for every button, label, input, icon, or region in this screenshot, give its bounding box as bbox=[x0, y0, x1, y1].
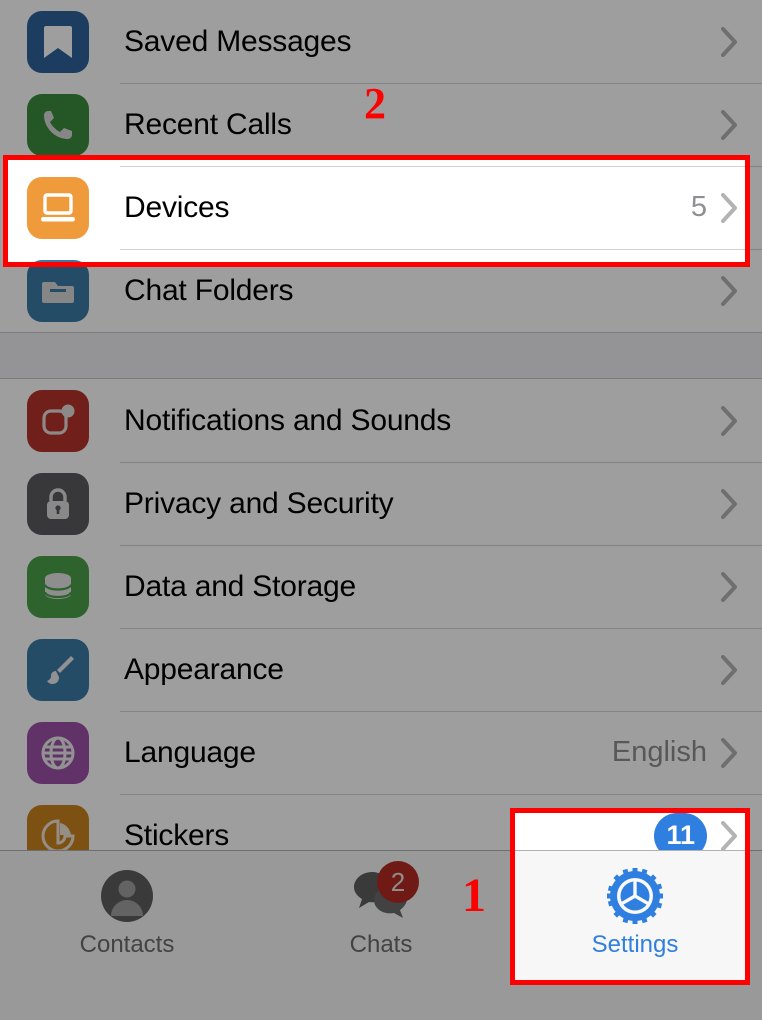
annotation-number-2: 2 bbox=[364, 79, 386, 128]
chat-bubbles-icon: 2 bbox=[349, 861, 419, 925]
laptop-icon bbox=[27, 176, 89, 239]
settings-row-label: Appearance bbox=[124, 652, 284, 686]
settings-row-label: Language bbox=[124, 735, 256, 769]
settings-section-gap bbox=[0, 332, 762, 379]
settings-row-accessory: English bbox=[612, 736, 762, 769]
paintbrush-icon bbox=[27, 638, 89, 701]
chevron-right-icon bbox=[721, 26, 738, 57]
folder-icon bbox=[27, 259, 89, 322]
tab-label: Contacts bbox=[79, 931, 175, 958]
chevron-right-icon bbox=[721, 654, 738, 685]
settings-row-label: Saved Messages bbox=[124, 24, 352, 58]
bell-badge-icon bbox=[27, 389, 89, 452]
settings-row-label: Recent Calls bbox=[124, 107, 292, 141]
database-icon bbox=[27, 555, 89, 618]
tab-label: Chats bbox=[349, 931, 413, 958]
tab-bar: Contacts 2 Chats Settings bbox=[0, 850, 762, 1020]
settings-row-accessory bbox=[721, 571, 762, 602]
phone-screen: Saved Messages Recent Calls Devices 5 Ch… bbox=[0, 0, 762, 1020]
settings-group-1: Saved Messages Recent Calls Devices 5 Ch… bbox=[0, 0, 762, 332]
settings-row-chat-folders[interactable]: Chat Folders bbox=[0, 249, 762, 332]
chevron-right-icon bbox=[721, 820, 738, 851]
settings-row-data-and-storage[interactable]: Data and Storage bbox=[0, 545, 762, 628]
chevron-right-icon bbox=[721, 737, 738, 768]
settings-row-privacy-and-security[interactable]: Privacy and Security bbox=[0, 462, 762, 545]
settings-row-accessory bbox=[721, 26, 762, 57]
settings-row-accessory bbox=[721, 275, 762, 306]
settings-row-label: Chat Folders bbox=[124, 273, 294, 307]
settings-row-notifications-and-sounds[interactable]: Notifications and Sounds bbox=[0, 379, 762, 462]
tab-bar-items: Contacts 2 Chats Settings bbox=[0, 851, 762, 961]
chats-unread-badge: 2 bbox=[377, 861, 419, 903]
settings-row-value: English bbox=[611, 736, 707, 768]
settings-row-accessory bbox=[721, 405, 762, 436]
settings-row-saved-messages[interactable]: Saved Messages bbox=[0, 0, 762, 83]
chevron-right-icon bbox=[721, 192, 738, 223]
settings-row-label: Devices bbox=[124, 190, 230, 224]
chevron-right-icon bbox=[721, 275, 738, 306]
settings-row-language[interactable]: Language English bbox=[0, 711, 762, 794]
settings-row-label: Notifications and Sounds bbox=[124, 403, 452, 437]
chevron-right-icon bbox=[721, 571, 738, 602]
chevron-right-icon bbox=[721, 109, 738, 140]
settings-row-devices[interactable]: Devices 5 bbox=[0, 166, 762, 249]
tab-contacts[interactable]: Contacts bbox=[0, 851, 254, 961]
settings-row-label: Data and Storage bbox=[124, 569, 356, 603]
annotation-number-1: 1 bbox=[462, 869, 486, 922]
chevron-right-icon bbox=[721, 488, 738, 519]
settings-row-label: Stickers bbox=[124, 818, 230, 852]
person-circle-icon bbox=[95, 867, 159, 925]
lock-icon bbox=[27, 472, 89, 535]
globe-icon bbox=[27, 721, 89, 784]
tab-label: Settings bbox=[591, 931, 679, 958]
settings-row-accessory bbox=[721, 654, 762, 685]
chevron-right-icon bbox=[721, 405, 738, 436]
phone-icon bbox=[27, 93, 89, 156]
settings-row-accessory bbox=[721, 488, 762, 519]
settings-row-value: 5 bbox=[690, 191, 707, 223]
settings-row-accessory bbox=[721, 109, 762, 140]
gear-icon bbox=[603, 867, 667, 925]
tab-settings[interactable]: Settings bbox=[508, 851, 762, 961]
settings-row-label: Privacy and Security bbox=[124, 486, 394, 520]
settings-group-2: Notifications and Sounds Privacy and Sec… bbox=[0, 379, 762, 877]
settings-row-appearance[interactable]: Appearance bbox=[0, 628, 762, 711]
bookmark-icon bbox=[27, 10, 89, 73]
settings-row-accessory: 5 bbox=[691, 191, 762, 224]
